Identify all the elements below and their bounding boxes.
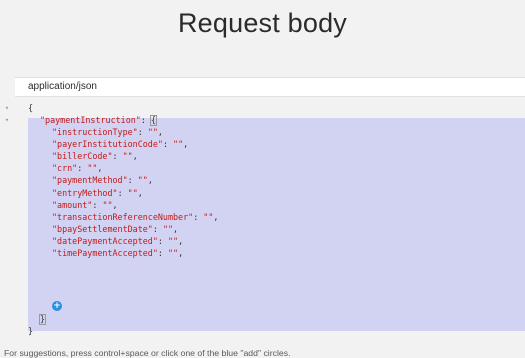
editor-line-close-brace: }	[28, 325, 33, 337]
editor-line-field: "billerCode": "",	[52, 150, 138, 162]
editor-line-field: "payerInstitutionCode": "",	[52, 138, 188, 150]
editor-line-inner-close: }	[39, 313, 47, 325]
json-value: ""	[137, 175, 148, 186]
json-value: ""	[147, 127, 158, 137]
comma: ,	[112, 199, 118, 210]
colon: :	[157, 248, 168, 258]
comma: ,	[147, 175, 153, 186]
comma: ,	[132, 151, 138, 162]
editor-line-field: "timePaymentAccepted": "",	[52, 247, 183, 259]
fold-caret-down-icon[interactable]: ▾	[3, 114, 11, 126]
open-object-bracket: {	[149, 115, 157, 126]
json-value: ""	[203, 211, 214, 222]
json-value: ""	[102, 199, 113, 210]
open-brace: {	[28, 103, 34, 113]
json-value: ""	[122, 151, 133, 162]
json-key: "transactionReferenceNumber"	[52, 211, 194, 222]
comma: ,	[157, 127, 163, 137]
page-title: Request body	[177, 8, 347, 38]
editor-line-field: "datePaymentAccepted": "",	[52, 235, 183, 247]
editor-line-open-brace: {	[28, 102, 33, 114]
editor-line-field: "bpaySettlementDate": "",	[52, 223, 178, 235]
editor-line-field: "instructionType": "",	[52, 126, 163, 138]
json-key: "payerInstitutionCode"	[52, 139, 163, 150]
json-value: ""	[167, 248, 179, 258]
content-type-select[interactable]: application/json	[15, 77, 525, 97]
colon: :	[157, 235, 168, 246]
colon: :	[117, 187, 128, 198]
json-key: "amount"	[52, 199, 93, 210]
json-key: "timePaymentAccepted"	[52, 248, 158, 258]
close-brace: }	[28, 326, 34, 336]
comma: ,	[183, 139, 189, 150]
json-key: "instructionType"	[52, 127, 138, 137]
comma: ,	[213, 211, 219, 222]
json-key: "billerCode"	[52, 151, 113, 162]
colon: :	[137, 127, 148, 137]
colon: :	[77, 163, 88, 174]
add-circle-icon[interactable]: +	[52, 301, 62, 311]
json-key: "bpaySettlementDate"	[52, 223, 153, 234]
json-key: "entryMethod"	[52, 187, 118, 198]
comma: ,	[137, 187, 143, 198]
comma: ,	[178, 235, 184, 246]
editor-line-field: "crn": "",	[52, 162, 102, 174]
comma: ,	[97, 163, 103, 174]
json-value: ""	[127, 187, 138, 198]
json-value: ""	[173, 139, 184, 150]
comma: ,	[173, 223, 179, 234]
content-type-value: application/json	[28, 81, 97, 92]
comma: ,	[178, 248, 184, 258]
json-key: "crn"	[52, 163, 78, 174]
editor-line-field: "transactionReferenceNumber": "",	[52, 211, 218, 223]
colon: :	[152, 223, 163, 234]
colon: :	[112, 151, 123, 162]
json-value: ""	[167, 235, 179, 246]
json-key: "paymentInstruction"	[40, 115, 141, 125]
json-value: ""	[162, 223, 174, 234]
colon: :	[127, 175, 138, 186]
editor-line-field: "paymentMethod": "",	[52, 174, 153, 186]
editor-line-field: "amount": "",	[52, 199, 118, 211]
editor-line-root-key: "paymentInstruction": {	[40, 114, 157, 126]
colon: :	[193, 211, 204, 222]
colon: :	[162, 139, 174, 150]
editor-line-field: "entryMethod": "",	[52, 187, 143, 199]
fold-caret-down-icon[interactable]: ▾	[3, 102, 11, 114]
close-object-bracket: }	[39, 314, 47, 325]
json-editor[interactable]: ▾ { ▾ "paymentInstruction": { "instructi…	[0, 100, 525, 344]
json-value: ""	[87, 163, 98, 174]
colon: :	[92, 199, 103, 210]
json-key: "paymentMethod"	[52, 175, 128, 186]
json-key: "datePaymentAccepted"	[52, 235, 158, 246]
